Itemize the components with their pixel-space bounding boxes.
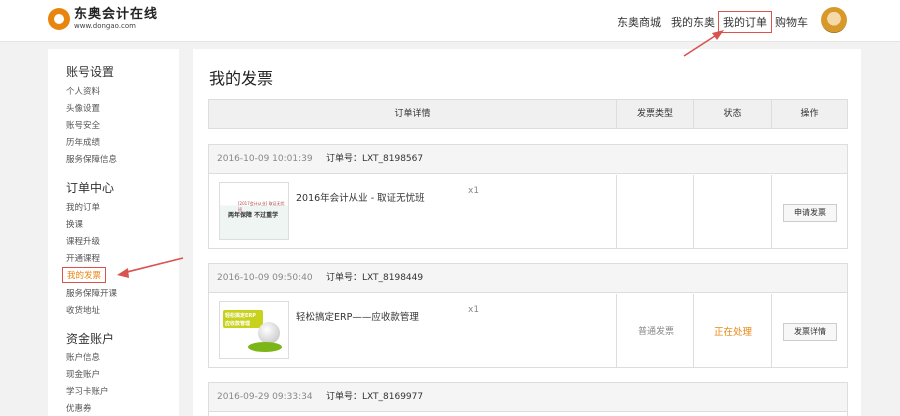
logo-url: www.dongao.com (74, 22, 136, 30)
product-thumbnail[interactable]: [2017会计从业] 取证无忧班 两年保障 不过重学 (219, 182, 289, 240)
product-name[interactable]: 2016年会计从业 - 取证无忧班 (296, 190, 425, 204)
main-panel: 我的发票 订单详情 发票类型 状态 操作 2016-10-09 10:01:39… (193, 49, 861, 416)
order-header: 2016-10-09 09:50:40 订单号：LXT_8198449 (209, 264, 847, 293)
logo-name: 东奥会计在线 (74, 7, 159, 22)
order-card: 2016-09-29 09:33:34 订单号：LXT_8169977 (208, 382, 848, 416)
product-quantity: x1 (468, 186, 480, 196)
order-number: 订单号：LXT_8198567 (326, 154, 424, 164)
thumbnail-banner: 轻松搞定ERP 应收款管理 (223, 310, 263, 328)
sidebar-item-change-course[interactable]: 换课 (66, 218, 83, 230)
invoice-details-button[interactable]: 发票详情 (783, 323, 837, 341)
sidebar-item-service-info[interactable]: 服务保障信息 (66, 153, 117, 165)
column-invoice-type: 发票类型 (616, 100, 693, 128)
order-header: 2016-09-29 09:33:34 订单号：LXT_8169977 (209, 383, 847, 412)
sidebar-item-service-open[interactable]: 服务保障开课 (66, 287, 117, 299)
sidebar-heading-account: 账号设置 (66, 65, 115, 79)
order-row: 轻松搞定ERP 应收款管理 轻松搞定ERP——应收款管理 x1 普通发票 正在处… (209, 294, 847, 368)
sidebar-item-upgrade[interactable]: 课程升级 (66, 235, 100, 247)
sidebar: 账号设置 个人资料 头像设置 账号安全 历年成绩 服务保障信息 订单中心 我的订… (48, 49, 179, 416)
sidebar-item-profile[interactable]: 个人资料 (66, 85, 100, 97)
sidebar-heading-orders: 订单中心 (66, 181, 115, 195)
order-number: 订单号：LXT_8198449 (326, 273, 424, 283)
order-number: 订单号：LXT_8169977 (326, 392, 424, 402)
order-date: 2016-09-29 09:33:34 (217, 392, 313, 402)
top-bar: 东奥会计在线 www.dongao.com 东奥商城 我的东奥 我的订单 购物车 (0, 0, 900, 42)
nav-my-dongao[interactable]: 我的东奥 (671, 14, 715, 30)
product-name[interactable]: 轻松搞定ERP——应收款管理 (296, 309, 419, 323)
site-logo[interactable]: 东奥会计在线 www.dongao.com (48, 8, 158, 30)
column-order-detail: 订单详情 (394, 109, 431, 119)
sidebar-item-address[interactable]: 收货地址 (66, 304, 100, 316)
invoice-status: 正在处理 (713, 327, 752, 338)
page-title: 我的发票 (209, 69, 274, 88)
product-thumbnail[interactable]: 轻松搞定ERP 应收款管理 (219, 301, 289, 359)
nav-cart[interactable]: 购物车 (775, 14, 808, 30)
sidebar-item-cash[interactable]: 现金账户 (66, 368, 100, 380)
order-header: 2016-10-09 10:01:39 订单号：LXT_8198567 (209, 145, 847, 174)
nav-my-orders[interactable]: 我的订单 (718, 11, 772, 33)
sidebar-heading-funds: 资金账户 (66, 332, 115, 346)
order-date: 2016-10-09 10:01:39 (217, 154, 313, 164)
logo-icon (48, 8, 70, 30)
product-quantity: x1 (468, 305, 480, 315)
thumbnail-slogan: 两年保障 不过重学 (228, 212, 279, 219)
user-avatar[interactable] (821, 7, 847, 33)
grass-icon (248, 342, 282, 352)
sidebar-item-coupons[interactable]: 优惠券 (66, 402, 92, 414)
invoice-type: 普通发票 (637, 327, 674, 337)
column-action: 操作 (771, 100, 847, 128)
table-header: 订单详情 发票类型 状态 操作 (208, 99, 848, 129)
column-status: 状态 (693, 100, 771, 128)
apply-invoice-button[interactable]: 申请发票 (783, 204, 837, 222)
sidebar-item-my-invoices[interactable]: 我的发票 (62, 267, 107, 283)
order-row: [2017会计从业] 取证无忧班 两年保障 不过重学 2016年会计从业 - 取… (209, 175, 847, 249)
sidebar-item-security[interactable]: 账号安全 (66, 119, 100, 131)
order-card: 2016-10-09 10:01:39 订单号：LXT_8198567 [201… (208, 144, 848, 249)
sidebar-item-study-card[interactable]: 学习卡账户 (66, 385, 109, 397)
sidebar-item-scores[interactable]: 历年成绩 (66, 136, 100, 148)
nav-mall[interactable]: 东奥商城 (617, 14, 661, 30)
golf-ball-icon (258, 322, 280, 344)
sidebar-item-account-info[interactable]: 账户信息 (66, 351, 100, 363)
sidebar-item-avatar[interactable]: 头像设置 (66, 102, 100, 114)
order-card: 2016-10-09 09:50:40 订单号：LXT_8198449 轻松搞定… (208, 263, 848, 368)
sidebar-item-activate[interactable]: 开通课程 (66, 252, 100, 264)
sidebar-item-my-orders[interactable]: 我的订单 (66, 201, 100, 213)
order-date: 2016-10-09 09:50:40 (217, 273, 313, 283)
